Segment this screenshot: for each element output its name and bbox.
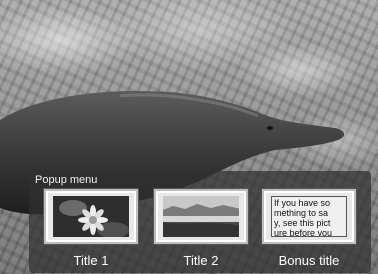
landscape-thumbnail — [163, 196, 239, 237]
title-2-button[interactable] — [154, 189, 248, 244]
title-1-button[interactable] — [44, 189, 138, 244]
bonus-title-button[interactable]: If you have so mething to sa y, see this… — [262, 189, 356, 244]
flower-thumbnail — [53, 196, 129, 237]
title-1-label[interactable]: Title 1 — [44, 253, 138, 268]
title-2-label[interactable]: Title 2 — [154, 253, 248, 268]
popup-menu-title: Popup menu — [35, 174, 98, 186]
bonus-title-label[interactable]: Bonus title — [262, 253, 356, 268]
text-thumbnail: If you have so mething to sa y, see this… — [271, 196, 347, 237]
bonus-thumbnail-text: If you have so mething to sa y, see this… — [274, 198, 333, 237]
